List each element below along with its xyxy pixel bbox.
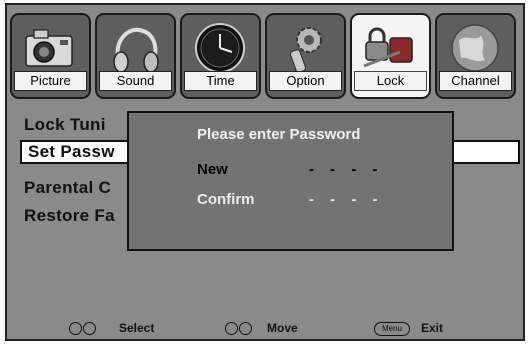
- menu-item-parental-control[interactable]: Parental C: [24, 178, 111, 198]
- headphones-icon: [113, 27, 159, 73]
- tab-time[interactable]: Time: [180, 13, 261, 99]
- tab-label: Channel: [439, 71, 512, 91]
- menu-tab-bar: Picture Sound Time Option Lock Channel: [10, 13, 520, 103]
- select-hint: Select: [119, 321, 155, 335]
- clock-icon: [195, 23, 245, 73]
- menu-item-lock-tuning[interactable]: Lock Tuni: [24, 115, 106, 135]
- tab-picture[interactable]: Picture: [10, 13, 91, 99]
- confirm-password-field[interactable]: - - - -: [309, 191, 383, 208]
- lock-key-icon: [363, 27, 413, 68]
- camera-icon: [25, 29, 73, 67]
- left-right-buttons-icon: [69, 321, 96, 336]
- tab-option[interactable]: Option: [265, 13, 346, 99]
- menu-button-icon: Menu: [374, 322, 410, 336]
- confirm-password-label: Confirm: [197, 191, 255, 208]
- menu-item-restore-factory[interactable]: Restore Fa: [24, 206, 115, 226]
- exit-hint: Exit: [421, 321, 444, 335]
- dialog-title: Please enter Password: [197, 126, 361, 143]
- tv-osd-screen: Picture Sound Time Option Lock Channel L…: [5, 3, 525, 341]
- footer-help-bar: Select Move Menu Exit: [7, 317, 523, 339]
- gear-icon: [289, 27, 322, 73]
- tab-label: Picture: [14, 71, 87, 91]
- tab-sound[interactable]: Sound: [95, 13, 176, 99]
- globe-icon: [451, 24, 499, 72]
- tab-channel[interactable]: Channel: [435, 13, 516, 99]
- tab-label: Lock: [354, 71, 427, 91]
- move-hint: Move: [267, 321, 298, 335]
- tab-label: Sound: [99, 71, 172, 91]
- tab-lock[interactable]: Lock: [350, 13, 431, 99]
- new-password-label: New: [197, 161, 228, 178]
- tab-label: Option: [269, 71, 342, 91]
- up-down-buttons-icon: [225, 321, 252, 336]
- tab-label: Time: [184, 71, 257, 91]
- new-password-field[interactable]: - - - -: [309, 161, 383, 178]
- password-dialog: Please enter Password New - - - - Confir…: [127, 111, 454, 251]
